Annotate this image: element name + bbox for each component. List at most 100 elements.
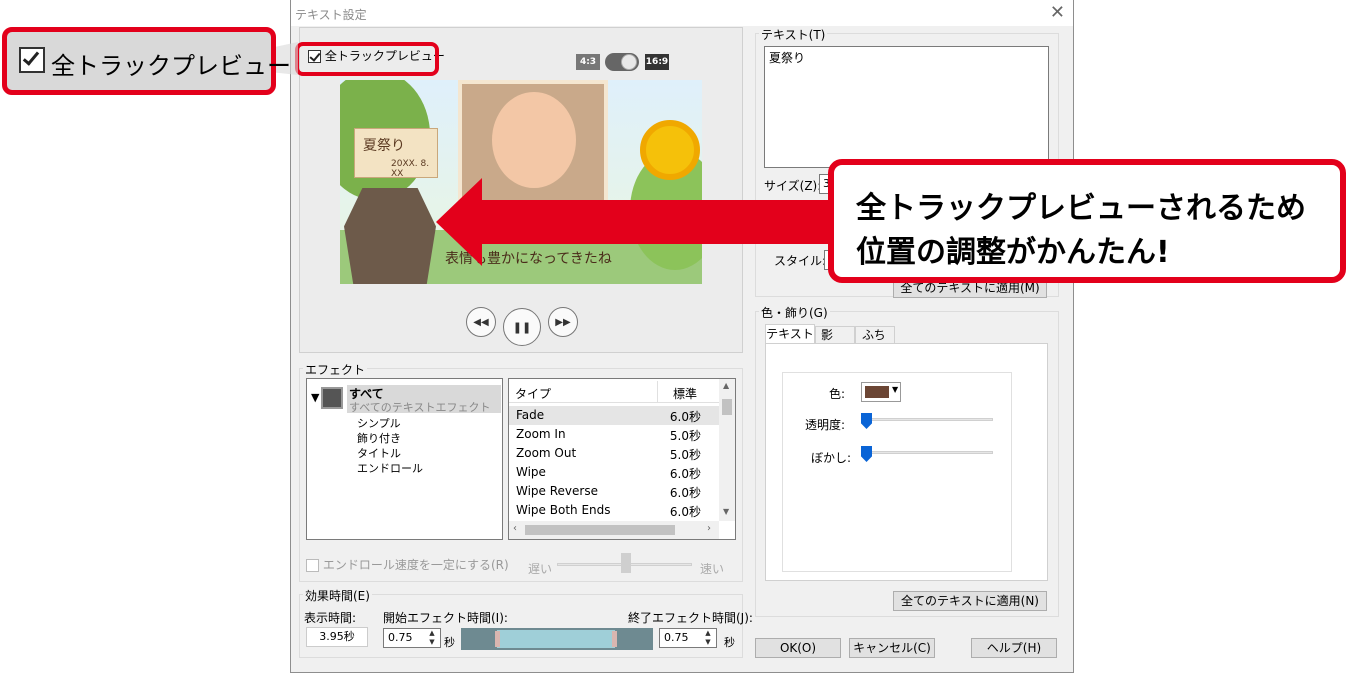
fast-forward-button[interactable]: ▶▶ [548,307,578,337]
col-standard[interactable]: 標準 [673,385,697,402]
message-callout: 全トラックプレビューされるため 位置の調整がかんたん! [828,159,1346,283]
apply-all-color-button[interactable]: 全てのテキストに適用(N) [893,591,1047,611]
blur-slider[interactable] [865,451,993,454]
toggle-knob [621,54,637,70]
checkbox-highlight [295,42,439,76]
hscroll-thumb[interactable] [525,525,675,535]
message-line2: 位置の調整がかんたん! [856,235,1170,270]
tab-content [765,343,1048,581]
end-handle[interactable] [612,631,617,647]
effect-row[interactable]: Wipe 6.0秒 [509,463,719,482]
timing-legend: 効果時間(E) [303,587,372,604]
text-settings-dialog: テキスト設定 ✕ 全トラックプレビュー 4:3 16:9 夏祭り 20XX. 8… [290,0,1074,673]
aspect-toggle[interactable] [605,53,639,71]
effect-duration: 6.0秒 [669,486,701,500]
dialog-title: テキスト設定 [295,8,367,22]
tab-border[interactable]: ふち [855,326,895,344]
scroll-right-icon[interactable]: › [707,523,711,534]
sign-board: 夏祭り 20XX. 8. XX [354,128,438,179]
col-type[interactable]: タイプ [515,385,551,402]
chevron-down-icon[interactable]: ▼ [892,385,898,394]
effect-name: Wipe [516,465,546,479]
effects-legend: エフェクト [303,361,368,378]
end-effect-label: 終了エフェクト時間(J): [628,611,753,625]
checkbox-icon[interactable] [306,559,319,572]
display-time-label: 表示時間: [304,611,357,625]
start-effect-label: 開始エフェクト時間(I): [383,611,508,625]
rewind-icon: ◀◀ [473,316,489,328]
sign-title: 夏祭り [363,138,405,154]
message-line1: 全トラックプレビューされるため [856,191,1306,226]
family-photo [344,188,436,284]
effect-duration: 6.0秒 [669,410,701,424]
arrow-shaft [460,200,840,244]
tree-root-sub: すべてのテキストエフェクト [349,401,491,414]
display-time-value: 3.95秒 [306,627,368,647]
title-bar: テキスト設定 ✕ [291,0,1073,26]
opacity-slider[interactable] [865,418,993,421]
size-label: サイズ(Z): [764,179,822,193]
horizontal-scrollbar[interactable]: ‹ › [509,521,719,539]
effect-row[interactable]: Zoom Out 5.0秒 [509,444,719,463]
col-divider [657,381,658,403]
zoom-label: 全トラックプレビュー [51,52,291,80]
effect-list[interactable]: タイプ 標準 Fade 6.0秒 Zoom In 5.0秒 Zoom Out 5.0秒… [508,378,736,540]
cancel-button[interactable]: キャンセル(C) [849,638,935,658]
rewind-button[interactable]: ◀◀ [466,307,496,337]
pause-button[interactable]: ❚❚ [503,308,541,346]
end-stepper[interactable]: ▲ ▼ [701,629,715,647]
scroll-down-icon[interactable]: ▼ [723,507,729,516]
preview-image: 夏祭り 20XX. 8. XX 表情も豊かになってきたね [340,80,702,284]
speed-slider-thumb[interactable] [621,553,631,573]
effect-category-tree[interactable]: ▼ すべて すべてのテキストエフェクト シンプル 飾り付き タイトル エンドロー… [306,378,503,540]
timing-bar[interactable] [461,628,653,650]
fast-forward-icon: ▶▶ [555,316,571,328]
effect-name: Fade [516,408,545,422]
zoom-checkbox-icon [19,47,45,73]
baby-face [492,92,576,188]
help-button[interactable]: ヘルプ(H) [971,638,1057,658]
color-label: 色: [829,387,846,401]
sign-date: 20XX. 8. XX [391,159,430,179]
style-label: スタイル: [774,254,827,268]
start-handle[interactable] [495,631,500,647]
tree-root-selected[interactable]: すべて すべてのテキストエフェクト [347,385,501,414]
close-icon[interactable]: ✕ [1050,2,1065,23]
tree-item-decorated[interactable]: 飾り付き [357,430,401,446]
vertical-scrollbar[interactable]: ▲ ▼ [719,379,735,521]
color-legend: 色・飾り(G) [759,304,830,321]
effect-name: Zoom Out [516,446,577,460]
tab-text[interactable]: テキスト [765,324,815,344]
aspect-43-label: 4:3 [576,54,600,70]
endroll-speed-checkbox[interactable]: エンドロール速度を一定にする(R) [306,556,509,573]
color-swatch [865,386,889,398]
effect-row[interactable]: Fade 6.0秒 [509,406,719,425]
tab-shadow[interactable]: 影 [815,326,855,344]
effect-row[interactable]: Wipe Reverse 6.0秒 [509,482,719,501]
tree-item-simple[interactable]: シンプル [357,415,401,431]
effect-duration: 6.0秒 [669,467,701,481]
effect-row[interactable]: Zoom In 5.0秒 [509,425,719,444]
text-input-value: 夏祭り [769,51,806,65]
pause-icon: ❚❚ [512,320,532,334]
start-stepper[interactable]: ▲ ▼ [425,629,439,647]
tree-item-endroll[interactable]: エンドロール [357,460,423,476]
color-settings-box [782,372,1012,572]
expand-icon[interactable]: ▼ [311,391,319,404]
zoom-callout: 全トラックプレビュー [2,27,291,95]
sunflower-icon [640,120,700,180]
scroll-left-icon[interactable]: ‹ [513,523,517,534]
start-sec-unit: 秒 [444,636,455,649]
effect-duration: 5.0秒 [669,429,701,443]
color-picker[interactable]: ▼ [861,382,901,402]
tree-item-title[interactable]: タイトル [357,445,401,461]
text-effect-icon [321,387,343,409]
end-sec-unit: 秒 [724,636,735,649]
effect-duration: 6.0秒 [669,505,701,519]
scroll-up-icon[interactable]: ▲ [723,381,729,390]
ok-button[interactable]: OK(O) [755,638,841,658]
effect-row[interactable]: Wipe Both Ends 6.0秒 [509,501,719,520]
scroll-thumb[interactable] [722,399,732,415]
text-input[interactable]: 夏祭り [764,46,1049,168]
effect-list-header: タイプ 標準 [509,381,719,403]
